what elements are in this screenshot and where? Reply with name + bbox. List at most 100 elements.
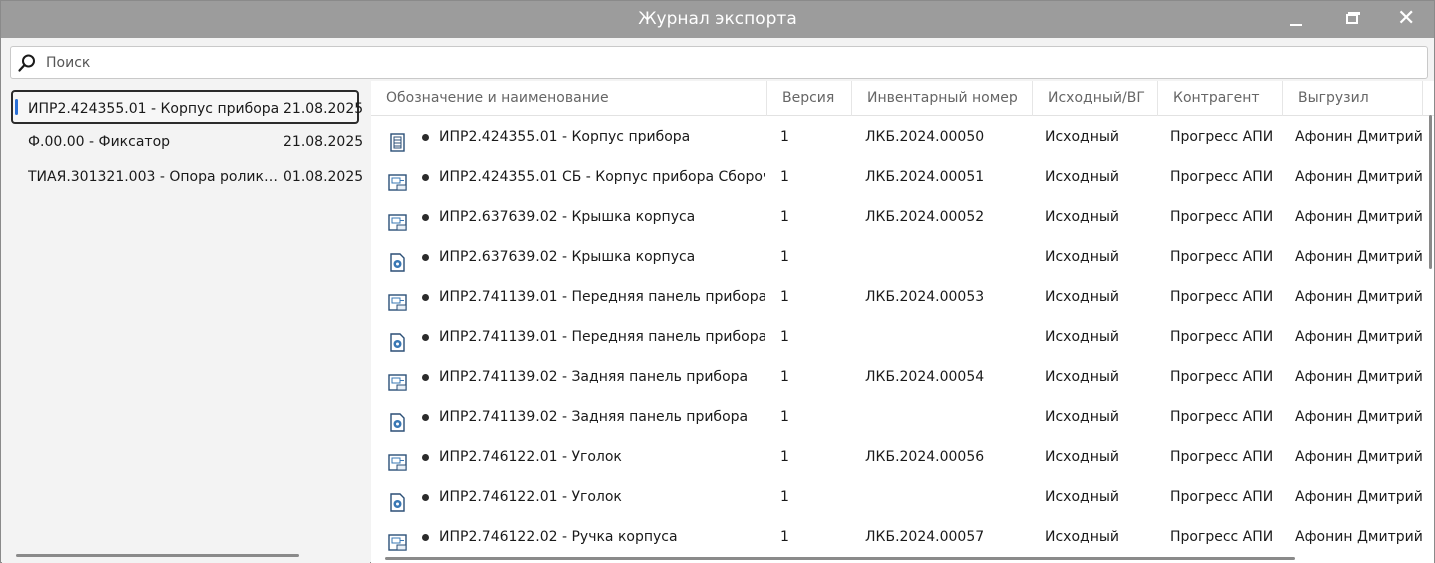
table-row[interactable]: ИПР2.741139.01 - Передняя панель прибора… <box>371 277 1434 317</box>
restore-icon <box>1346 14 1358 24</box>
cell-inventory-number: ЛКБ.2024.00050 <box>865 129 985 145</box>
column-contractor-header[interactable]: Контрагент <box>1158 81 1283 116</box>
export-list-item[interactable]: ИПР2.424355.01 - Корпус прибора 21.08.202… <box>11 90 363 124</box>
table-row[interactable]: ИПР2.741139.02 - Задняя панель прибора 1 И… <box>371 397 1434 437</box>
status-dot <box>422 534 429 541</box>
cell-uploaded-by: Афонин Дмитрий <box>1295 329 1423 345</box>
cell-designation: ИПР2.741139.01 - Передняя панель прибора <box>439 289 765 305</box>
cell-uploaded-by: Афонин Дмитрий <box>1295 289 1423 305</box>
table-row[interactable]: ИПР2.746122.01 - Уголок 1 Исходный Прогресс… <box>371 477 1434 517</box>
cell-uploaded-by: Афонин Дмитрий <box>1295 129 1423 145</box>
part-model-icon <box>388 408 407 432</box>
cell-inventory-number <box>865 397 1035 437</box>
table-row[interactable]: ИПР2.741139.01 - Передняя панель прибора… <box>371 317 1434 357</box>
cell-uploaded-by: Афонин Дмитрий <box>1295 209 1423 225</box>
part-model-icon <box>388 488 407 512</box>
title-bar[interactable]: Журнал экспорта ✕ <box>1 1 1434 38</box>
close-button[interactable]: ✕ <box>1383 1 1429 38</box>
cell-version: 1 <box>780 529 789 545</box>
cell-contractor: Прогресс АПИ <box>1170 449 1274 465</box>
status-dot <box>422 334 429 341</box>
cell-source: Исходный <box>1045 329 1120 345</box>
table-row[interactable]: ИПР2.746122.02 - Ручка корпуса 1 ЛКБ.2024.… <box>371 517 1434 557</box>
cell-uploaded-by: Афонин Дмитрий <box>1295 169 1423 185</box>
cell-inventory-number: ЛКБ.2024.00056 <box>865 449 985 465</box>
table-row[interactable]: ИПР2.637639.02 - Крышка корпуса 1 ЛКБ.2024… <box>371 197 1434 237</box>
drawing-icon <box>388 208 407 231</box>
column-source-header[interactable]: Исходный/ВГ <box>1033 81 1158 116</box>
minimize-button[interactable] <box>1273 1 1319 38</box>
export-log-window: Журнал экспорта ✕ ИПР2.424355.01 - Корпу… <box>0 0 1435 563</box>
cell-source: Исходный <box>1045 129 1120 145</box>
cell-source: Исходный <box>1045 449 1120 465</box>
cell-uploaded-by: Афонин Дмитрий <box>1295 249 1423 265</box>
cell-source: Исходный <box>1045 489 1120 505</box>
cell-version: 1 <box>780 129 789 145</box>
vertical-scrollbar[interactable] <box>1429 115 1432 269</box>
cell-designation: ИПР2.741139.01 - Передняя панель прибора <box>439 329 765 345</box>
cell-version: 1 <box>780 289 789 305</box>
cell-designation: ИПР2.746122.01 - Уголок <box>439 489 622 505</box>
cell-uploaded-by: Афонин Дмитрий <box>1295 489 1423 505</box>
cell-version: 1 <box>780 489 789 505</box>
status-dot <box>422 454 429 461</box>
cell-contractor: Прогресс АПИ <box>1170 409 1274 425</box>
search-box[interactable] <box>10 46 1428 79</box>
drawing-icon <box>388 368 407 391</box>
status-dot <box>422 494 429 501</box>
table-horizontal-scrollbar[interactable] <box>385 557 1295 560</box>
table-header: Обозначение и наименование Версия Инвентар… <box>371 81 1434 116</box>
maximize-button[interactable] <box>1329 1 1375 38</box>
cell-version: 1 <box>780 369 789 385</box>
table-row[interactable]: ИПР2.637639.02 - Крышка корпуса 1 Исходный… <box>371 237 1434 277</box>
cell-contractor: Прогресс АПИ <box>1170 329 1274 345</box>
cell-source: Исходный <box>1045 169 1120 185</box>
cell-contractor: Прогресс АПИ <box>1170 129 1274 145</box>
cell-uploaded-by: Афонин Дмитрий <box>1295 369 1423 385</box>
cell-version: 1 <box>780 249 789 265</box>
cell-designation: ИПР2.637639.02 - Крышка корпуса <box>439 249 696 265</box>
close-icon: ✕ <box>1397 6 1416 31</box>
search-icon <box>18 54 35 72</box>
table-row[interactable]: ИПР2.424355.01 - Корпус прибора 1 ЛКБ.2024… <box>371 117 1434 157</box>
column-designation-header[interactable]: Обозначение и наименование <box>371 81 767 116</box>
cell-contractor: Прогресс АПИ <box>1170 209 1274 225</box>
assembly-doc-icon <box>388 128 407 152</box>
cell-source: Исходный <box>1045 289 1120 305</box>
cell-version: 1 <box>780 209 789 225</box>
column-uploaded-by-header[interactable]: Выгрузил <box>1283 81 1423 116</box>
status-dot <box>422 214 429 221</box>
export-name: ИПР2.424355.01 - Корпус прибора <box>28 101 280 117</box>
cell-designation: ИПР2.746122.02 - Ручка корпуса <box>439 529 678 545</box>
horizontal-scrollbar[interactable] <box>16 554 299 557</box>
column-version-header[interactable]: Версия <box>767 81 852 116</box>
cell-contractor: Прогресс АПИ <box>1170 369 1274 385</box>
cell-designation: ИПР2.424355.01 СБ - Корпус прибора Сборо… <box>439 169 765 185</box>
window-title: Журнал экспорта <box>638 9 797 29</box>
drawing-icon <box>388 448 407 471</box>
status-dot <box>422 254 429 261</box>
cell-version: 1 <box>780 409 789 425</box>
cell-contractor: Прогресс АПИ <box>1170 289 1274 305</box>
table-row[interactable]: ИПР2.746122.01 - Уголок 1 ЛКБ.2024.00056 Ис… <box>371 437 1434 477</box>
minimize-icon <box>1290 24 1302 26</box>
export-date: 21.08.2025 <box>283 101 364 117</box>
selection-indicator <box>15 99 18 115</box>
part-model-icon <box>388 328 407 352</box>
cell-uploaded-by: Афонин Дмитрий <box>1295 449 1423 465</box>
export-list-item[interactable]: ТИАЯ.301321.003 - Опора роликовая 01.08.2… <box>11 160 363 194</box>
cell-contractor: Прогресс АПИ <box>1170 529 1274 545</box>
table-row[interactable]: ИПР2.741139.02 - Задняя панель прибора 1 Л… <box>371 357 1434 397</box>
search-input[interactable] <box>46 47 1416 78</box>
column-inventory-number-header[interactable]: Инвентарный номер <box>852 81 1033 116</box>
table-row[interactable]: ИПР2.424355.01 СБ - Корпус прибора Сборо… <box>371 157 1434 197</box>
cell-designation: ИПР2.741139.02 - Задняя панель прибора <box>439 369 749 385</box>
cell-source: Исходный <box>1045 529 1120 545</box>
export-name: Ф.00.00 - Фиксатор <box>28 134 171 150</box>
cell-inventory-number: ЛКБ.2024.00052 <box>865 209 985 225</box>
drawing-icon <box>388 528 407 551</box>
cell-designation: ИПР2.746122.01 - Уголок <box>439 449 622 465</box>
cell-uploaded-by: Афонин Дмитрий <box>1295 409 1423 425</box>
export-items-table: Обозначение и наименование Версия Инвентар… <box>371 81 1434 563</box>
export-list-item[interactable]: Ф.00.00 - Фиксатор 21.08.2025 <box>11 125 363 159</box>
